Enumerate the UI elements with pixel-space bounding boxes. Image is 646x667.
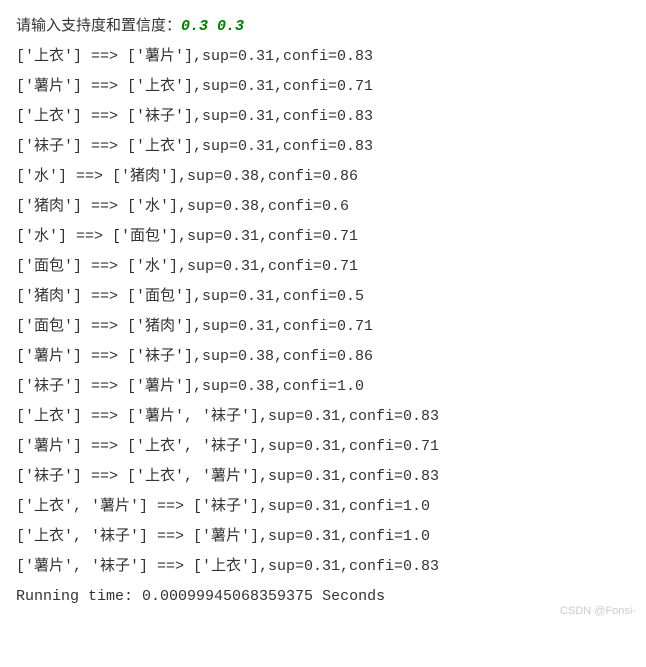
rule-line: ['上衣'] ==> ['薯片'],sup=0.31,confi=0.83 [16,42,630,72]
running-time-prefix: Running time: [16,588,142,605]
watermark: CSDN @Fonsi- [560,605,636,618]
rule-line: ['薯片'] ==> ['上衣'],sup=0.31,confi=0.71 [16,72,630,102]
running-time-line: Running time: 0.00099945068359375 Second… [16,582,630,612]
rule-line: ['上衣', '薯片'] ==> ['袜子'],sup=0.31,confi=1… [16,492,630,522]
rule-line: ['猪肉'] ==> ['面包'],sup=0.31,confi=0.5 [16,282,630,312]
rule-line: ['薯片'] ==> ['上衣', '袜子'],sup=0.31,confi=0… [16,432,630,462]
running-time-value: 0.00099945068359375 [142,588,313,605]
rule-line: ['薯片'] ==> ['袜子'],sup=0.38,confi=0.86 [16,342,630,372]
rule-line: ['面包'] ==> ['猪肉'],sup=0.31,confi=0.71 [16,312,630,342]
rule-line: ['面包'] ==> ['水'],sup=0.31,confi=0.71 [16,252,630,282]
rule-line: ['袜子'] ==> ['薯片'],sup=0.38,confi=1.0 [16,372,630,402]
rule-line: ['水'] ==> ['猪肉'],sup=0.38,confi=0.86 [16,162,630,192]
rule-line: ['袜子'] ==> ['上衣', '薯片'],sup=0.31,confi=0… [16,462,630,492]
rule-line: ['薯片', '袜子'] ==> ['上衣'],sup=0.31,confi=0… [16,552,630,582]
running-time-suffix: Seconds [313,588,385,605]
prompt-input: 0.3 0.3 [181,18,244,35]
rule-line: ['猪肉'] ==> ['水'],sup=0.38,confi=0.6 [16,192,630,222]
prompt-label: 请输入支持度和置信度： [16,18,181,35]
rule-line: ['上衣', '袜子'] ==> ['薯片'],sup=0.31,confi=1… [16,522,630,552]
prompt-line: 请输入支持度和置信度：0.3 0.3 [16,12,630,42]
rule-line: ['上衣'] ==> ['薯片', '袜子'],sup=0.31,confi=0… [16,402,630,432]
rule-line: ['袜子'] ==> ['上衣'],sup=0.31,confi=0.83 [16,132,630,162]
rules-output: ['上衣'] ==> ['薯片'],sup=0.31,confi=0.83['薯… [16,42,630,582]
rule-line: ['上衣'] ==> ['袜子'],sup=0.31,confi=0.83 [16,102,630,132]
rule-line: ['水'] ==> ['面包'],sup=0.31,confi=0.71 [16,222,630,252]
